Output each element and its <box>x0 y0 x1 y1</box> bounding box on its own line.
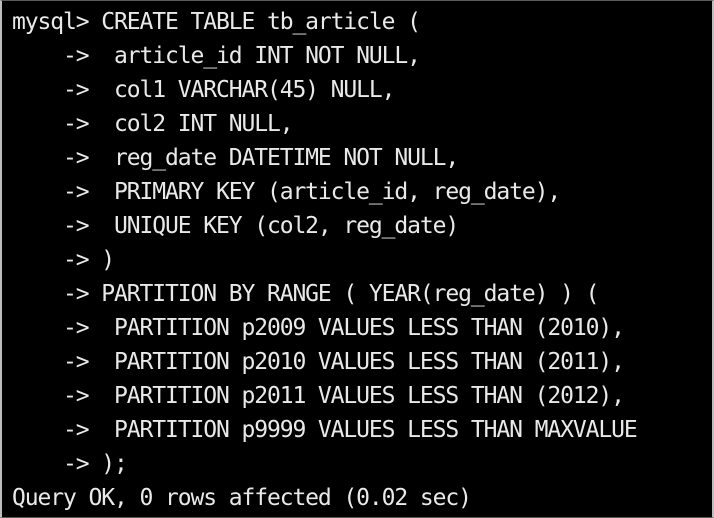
continuation-line-partition-p2009: -> PARTITION p2009 VALUES LESS THAN (201… <box>12 315 625 341</box>
continuation-line-reg-date: -> reg_date DATETIME NOT NULL, <box>12 145 459 171</box>
continuation-line-end: -> ); <box>12 451 128 477</box>
query-result-line: Query OK, 0 rows affected (0.02 sec) <box>12 485 472 511</box>
continuation-line-partition-p2010: -> PARTITION p2010 VALUES LESS THAN (201… <box>12 349 625 375</box>
continuation-line-article-id: -> article_id INT NOT NULL, <box>12 43 421 69</box>
continuation-line-partition-p9999: -> PARTITION p9999 VALUES LESS THAN MAXV… <box>12 417 638 443</box>
prompt-line-create-table: mysql> CREATE TABLE tb_article ( <box>12 9 421 35</box>
continuation-line-primary-key: -> PRIMARY KEY (article_id, reg_date), <box>12 179 561 205</box>
continuation-line-close-paren: -> ) <box>12 247 115 273</box>
terminal-window[interactable]: mysql> CREATE TABLE tb_article ( -> arti… <box>0 0 714 518</box>
continuation-line-partition-by: -> PARTITION BY RANGE ( YEAR(reg_date) )… <box>12 281 599 307</box>
continuation-line-partition-p2011: -> PARTITION p2011 VALUES LESS THAN (201… <box>12 383 625 409</box>
terminal-output: mysql> CREATE TABLE tb_article ( -> arti… <box>12 5 708 515</box>
continuation-line-unique-key: -> UNIQUE KEY (col2, reg_date) <box>12 213 459 239</box>
continuation-line-col2: -> col2 INT NULL, <box>12 111 294 137</box>
continuation-line-col1: -> col1 VARCHAR(45) NULL, <box>12 77 396 103</box>
